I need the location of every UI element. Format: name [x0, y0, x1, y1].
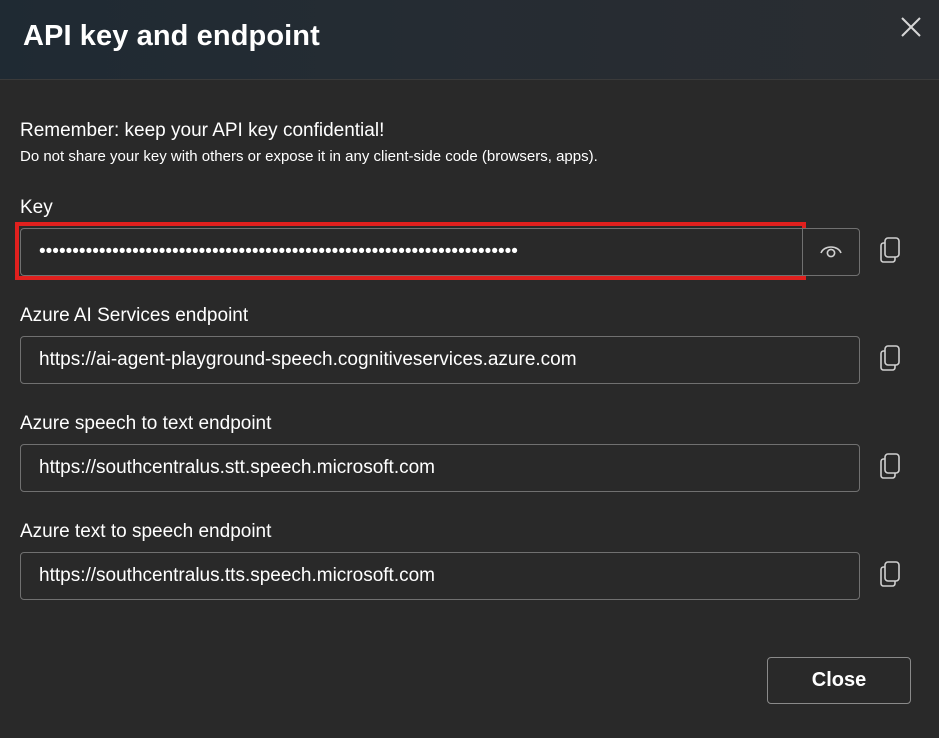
copy-ai-services-endpoint-button[interactable]: [876, 344, 904, 376]
eye-icon: [819, 241, 843, 264]
copy-icon: [879, 560, 901, 593]
dialog-header: API key and endpoint: [0, 0, 939, 80]
copy-icon: [879, 344, 901, 377]
copy-speech-to-text-endpoint-button[interactable]: [876, 452, 904, 484]
close-icon[interactable]: [898, 14, 924, 40]
text-to-speech-endpoint-field[interactable]: https://southcentralus.tts.speech.micros…: [20, 552, 860, 600]
copy-icon: [879, 236, 901, 269]
text-to-speech-endpoint-label: Azure text to speech endpoint: [20, 521, 272, 542]
ai-services-endpoint-field[interactable]: https://ai-agent-playground-speech.cogni…: [20, 336, 860, 384]
ai-services-endpoint-label: Azure AI Services endpoint: [20, 305, 249, 326]
speech-to-text-endpoint-field[interactable]: https://southcentralus.stt.speech.micros…: [20, 444, 860, 492]
key-label: Key: [20, 197, 53, 218]
speech-to-text-endpoint-label: Azure speech to text endpoint: [20, 413, 272, 434]
copy-icon: [879, 452, 901, 485]
copy-text-to-speech-endpoint-button[interactable]: [876, 560, 904, 592]
warning-title: Remember: keep your API key confidential…: [20, 120, 385, 141]
close-button[interactable]: Close: [767, 657, 911, 704]
copy-key-button[interactable]: [876, 236, 904, 268]
reveal-key-button[interactable]: [802, 228, 860, 276]
key-input[interactable]: ••••••••••••••••••••••••••••••••••••••••…: [20, 228, 802, 276]
warning-subtitle: Do not share your key with others or exp…: [20, 148, 598, 165]
api-key-dialog: API key and endpoint Remember: keep your…: [0, 0, 939, 738]
dialog-title: API key and endpoint: [23, 20, 320, 52]
